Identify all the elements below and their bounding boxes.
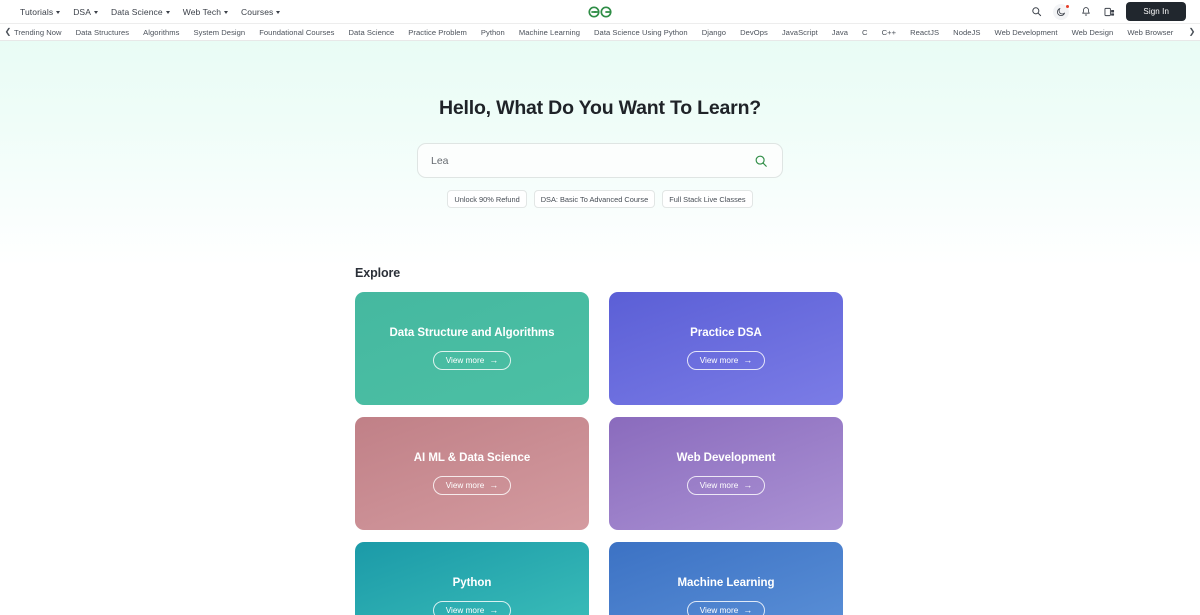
subnav-item-nodejs[interactable]: NodeJS — [953, 28, 980, 37]
subnav-item-algorithms[interactable]: Algorithms — [143, 28, 179, 37]
card-title: Web Development — [676, 452, 776, 464]
sign-in-button[interactable]: Sign In — [1126, 2, 1186, 21]
subnav-item-django[interactable]: Django — [702, 28, 726, 37]
explore-card-data-structure-and-algorithms[interactable]: Data Structure and Algorithms View more … — [355, 292, 589, 405]
explore-heading: Explore — [355, 266, 401, 280]
primary-nav-label: Tutorials — [20, 6, 54, 17]
explore-card-ai-ml-and-data-science[interactable]: AI ML & Data Science View more → — [355, 417, 589, 530]
primary-nav-list: Tutorials DSA Data Science Web Tech Cour… — [20, 6, 281, 17]
subnav-item-cpp[interactable]: C++ — [882, 28, 897, 37]
view-more-label: View more — [699, 606, 739, 615]
primary-nav-item-data-science[interactable]: Data Science — [111, 7, 170, 17]
primary-nav-item-courses[interactable]: Courses — [241, 6, 281, 17]
topbar-actions: Sign In — [1029, 2, 1190, 21]
view-more-button[interactable]: View more → — [686, 476, 766, 495]
subnav-item-devops[interactable]: DevOps — [740, 28, 768, 37]
subnav-item-web-browser[interactable]: Web Browser — [1127, 28, 1173, 37]
view-more-label: View more — [445, 606, 485, 615]
arrow-right-icon: → — [743, 605, 753, 615]
explore-section: Explore Data Structure and Algorithms Vi… — [0, 266, 1200, 615]
chevron-down-icon — [276, 10, 281, 14]
secondary-nav-list[interactable]: Trending Now Data Structures Algorithms … — [14, 28, 1186, 37]
chevron-down-icon — [224, 10, 229, 14]
search-icon[interactable] — [1029, 4, 1044, 19]
view-more-button[interactable]: View more → — [686, 601, 766, 615]
primary-navbar: Tutorials DSA Data Science Web Tech Cour… — [0, 0, 1200, 23]
card-title: Machine Learning — [677, 577, 775, 589]
primary-nav-item-dsa[interactable]: DSA — [73, 7, 98, 17]
chip-unlock-refund[interactable]: Unlock 90% Refund — [447, 190, 527, 208]
subnav-item-system-design[interactable]: System Design — [193, 28, 245, 37]
subnav-item-reactjs[interactable]: ReactJS — [910, 28, 939, 37]
flashcards-icon[interactable] — [1102, 4, 1117, 19]
subnav-item-javascript[interactable]: JavaScript — [782, 28, 818, 37]
view-more-label: View more — [445, 481, 485, 490]
arrow-right-icon: → — [743, 480, 753, 490]
secondary-navbar: ❮ Trending Now Data Structures Algorithm… — [0, 23, 1200, 41]
explore-card-python[interactable]: Python View more → — [355, 542, 589, 615]
subnav-item-java[interactable]: Java — [832, 28, 848, 37]
explore-card-web-development[interactable]: Web Development View more → — [609, 417, 843, 530]
subnav-item-web-design[interactable]: Web Design — [1072, 28, 1114, 37]
notification-bell-icon[interactable] — [1078, 4, 1093, 19]
notification-dot-badge — [1065, 4, 1070, 9]
primary-nav-label: DSA — [73, 6, 91, 17]
subnav-item-foundational-courses[interactable]: Foundational Courses — [259, 28, 334, 37]
explore-card-practice-dsa[interactable]: Practice DSA View more → — [609, 292, 843, 405]
subnav-item-data-structures[interactable]: Data Structures — [76, 28, 130, 37]
primary-nav-label: Web Tech — [182, 6, 222, 17]
primary-nav-label: Data Science — [110, 6, 163, 17]
primary-nav-item-web-tech[interactable]: Web Tech — [182, 6, 229, 17]
card-title: Data Structure and Algorithms — [389, 327, 555, 339]
view-more-button[interactable]: View more → — [686, 351, 766, 370]
dark-mode-moon-icon[interactable] — [1053, 3, 1070, 20]
subnav-item-trending-now[interactable]: Trending Now — [14, 28, 62, 37]
arrow-right-icon: → — [489, 480, 499, 490]
view-more-label: View more — [699, 481, 739, 490]
subnav-item-data-science-using-python[interactable]: Data Science Using Python — [594, 28, 688, 37]
arrow-right-icon: → — [743, 355, 753, 365]
subnav-item-web-development[interactable]: Web Development — [994, 28, 1057, 37]
arrow-right-icon: → — [489, 355, 499, 365]
subnav-item-data-science[interactable]: Data Science — [349, 28, 395, 37]
subnav-item-c[interactable]: C — [862, 28, 868, 37]
hero-section: Hello, What Do You Want To Learn? Unlock… — [0, 41, 1200, 266]
search-submit-button[interactable] — [752, 152, 769, 169]
chevron-right-icon[interactable]: ❯ — [1186, 28, 1198, 36]
chevron-down-icon — [56, 10, 61, 14]
chevron-down-icon — [93, 10, 98, 14]
view-more-button[interactable]: View more → — [432, 601, 512, 615]
subnav-item-machine-learning[interactable]: Machine Learning — [519, 28, 580, 37]
view-more-button[interactable]: View more → — [432, 476, 512, 495]
chevron-left-icon[interactable]: ❮ — [2, 28, 14, 36]
hero-quick-links: Unlock 90% Refund DSA: Basic To Advanced… — [447, 190, 753, 208]
view-more-label: View more — [445, 356, 485, 365]
view-more-button[interactable]: View more → — [432, 351, 512, 370]
explore-card-grid: Data Structure and Algorithms View more … — [355, 292, 845, 615]
hero-search-bar[interactable] — [417, 143, 783, 178]
geeksforgeeks-logo[interactable] — [586, 4, 615, 20]
page-title: Hello, What Do You Want To Learn? — [439, 97, 761, 119]
subnav-item-python[interactable]: Python — [481, 28, 505, 37]
primary-nav-item-tutorials[interactable]: Tutorials — [20, 6, 61, 17]
chip-full-stack-live-classes[interactable]: Full Stack Live Classes — [662, 190, 753, 208]
card-title: Practice DSA — [690, 327, 762, 339]
search-input[interactable] — [431, 154, 752, 167]
explore-card-machine-learning[interactable]: Machine Learning View more → — [609, 542, 843, 615]
primary-nav-label: Courses — [241, 6, 274, 17]
card-title: AI ML & Data Science — [413, 452, 531, 464]
chevron-down-icon — [165, 10, 170, 14]
arrow-right-icon: → — [489, 605, 499, 615]
view-more-label: View more — [699, 356, 739, 365]
chip-dsa-basic-to-advanced[interactable]: DSA: Basic To Advanced Course — [533, 190, 656, 208]
card-title: Python — [452, 577, 492, 589]
subnav-item-practice-problem[interactable]: Practice Problem — [408, 28, 467, 37]
